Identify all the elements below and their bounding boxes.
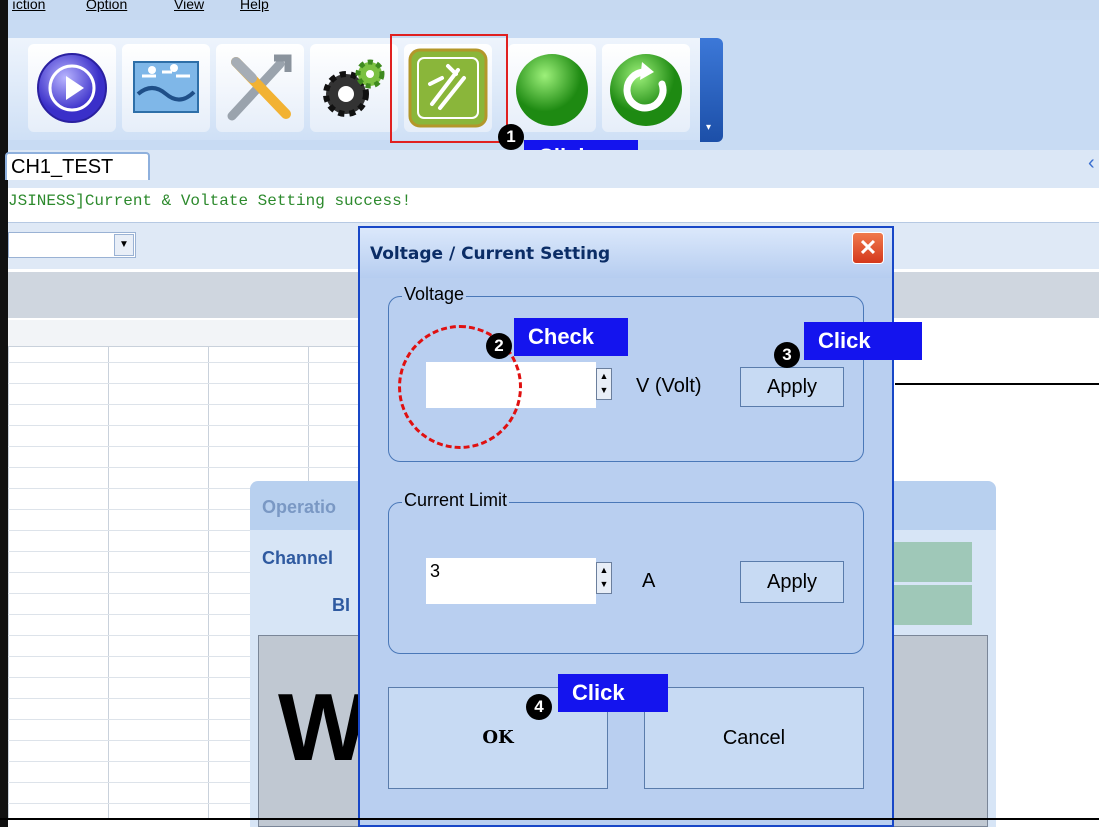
tab-bar (8, 150, 1099, 188)
dropdown-arrow-icon[interactable]: ▼ (114, 234, 134, 256)
selected-toolbar-highlight (390, 34, 508, 143)
play-icon (37, 53, 107, 123)
close-button[interactable]: ✕ (852, 232, 884, 264)
current-limit-spinner[interactable]: ▲ ▼ (596, 562, 612, 594)
bottom-border (0, 818, 1099, 820)
menu-help[interactable]: Help (240, 0, 269, 12)
operation-big-letter: W (278, 674, 369, 781)
tools-icon (227, 54, 292, 121)
step-1-badge: 1 (498, 124, 524, 150)
log-message: JSINESS]Current & Voltate Setting succes… (8, 188, 1099, 222)
cancel-button[interactable]: Cancel (644, 687, 864, 789)
grid-column-header (8, 320, 358, 347)
current-limit-group-label: Current Limit (402, 490, 510, 511)
close-icon: ✕ (858, 235, 878, 260)
document-button[interactable] (122, 44, 210, 132)
step-4-badge: 4 (526, 694, 552, 720)
voltage-unit: V (Volt) (636, 375, 702, 397)
operation-status-cell (888, 542, 972, 582)
operation-window-title: Operatio (262, 497, 337, 517)
menu-bar: ıction Option View Help (8, 0, 1099, 20)
gears-icon (323, 59, 385, 117)
menu-option[interactable]: Option (86, 0, 127, 12)
operation-channel-label: Channel (262, 548, 334, 568)
tab-ch1-test[interactable]: CH1_TEST (5, 152, 150, 180)
current-limit-input[interactable]: 3 (426, 558, 596, 604)
chevron-left-icon[interactable]: ‹ (1088, 152, 1095, 175)
step-4-callout: Click (558, 674, 668, 712)
menu-function[interactable]: ıction (12, 0, 45, 12)
refresh-icon (610, 54, 682, 126)
current-apply-button[interactable]: Apply (740, 561, 844, 603)
current-unit: A (642, 570, 656, 592)
step-2-badge: 2 (486, 333, 512, 359)
voltage-spinner[interactable]: ▲ ▼ (596, 368, 612, 400)
play-button[interactable] (28, 44, 116, 132)
step-2-callout: Check (514, 318, 628, 356)
document-icon (133, 61, 199, 113)
divider-line (895, 383, 1099, 385)
dialog-title: Voltage / Current Setting (370, 244, 611, 264)
operation-status-cell (888, 585, 972, 625)
menu-view[interactable]: View (174, 0, 204, 12)
settings-button[interactable] (310, 44, 398, 132)
operation-bi-label: BI (332, 595, 350, 615)
voltage-apply-button[interactable]: Apply (740, 367, 844, 407)
status-button[interactable] (508, 44, 596, 132)
voltage-group-label: Voltage (402, 284, 467, 305)
refresh-button[interactable] (602, 44, 690, 132)
step-3-badge: 3 (774, 342, 800, 368)
green-status-icon (516, 54, 588, 126)
step-3-callout: Click (804, 322, 922, 360)
toolbar-overflow-button[interactable]: ▾ (700, 38, 723, 142)
tools-button[interactable] (216, 44, 304, 132)
window-frame (0, 0, 8, 827)
